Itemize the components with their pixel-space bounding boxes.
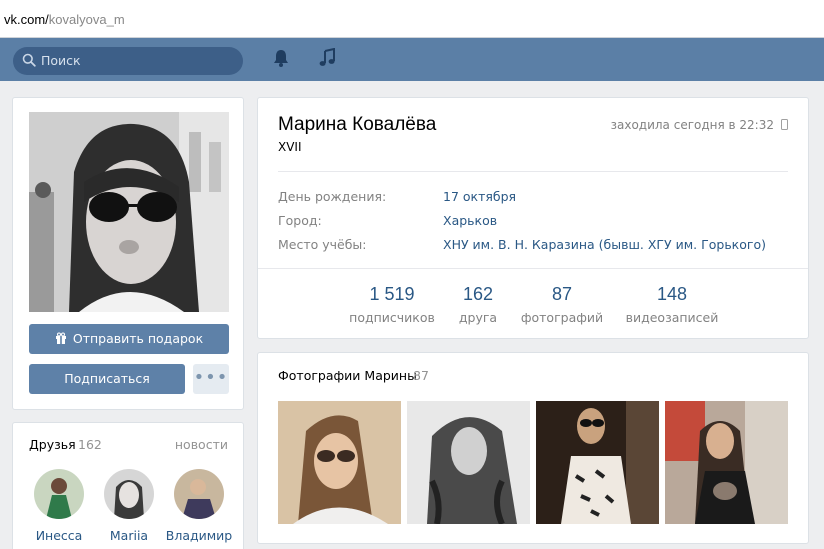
address-bar[interactable]: vk.com/kovalyova_m	[0, 0, 824, 38]
search-input[interactable]: Поиск	[41, 53, 81, 68]
counter-label: подписчиков	[349, 310, 435, 325]
friend-item[interactable]: Инесса	[24, 469, 94, 543]
counter-label: друга	[458, 310, 498, 325]
counter-friends[interactable]: 162 друга	[444, 284, 512, 325]
counter-label: видеозаписей	[625, 310, 719, 325]
url-path: kovalyova_m	[48, 12, 125, 27]
page-title: Марина Ковалёва	[278, 114, 437, 135]
music-icon[interactable]	[318, 48, 336, 68]
send-gift-button[interactable]: Отправить подарок	[29, 324, 229, 354]
friend-name: Инесса	[35, 528, 83, 543]
mobile-icon	[781, 119, 788, 130]
gift-icon	[55, 332, 66, 344]
search-box[interactable]: Поиск	[13, 47, 243, 75]
send-gift-label: Отправить подарок	[72, 331, 204, 346]
photos-count: 87	[413, 368, 429, 383]
top-header: Поиск	[0, 38, 824, 81]
friend-item[interactable]: Mariia	[94, 469, 164, 543]
counter-number: 162	[462, 284, 494, 304]
photos-card: Фотографии Марины 87	[257, 352, 809, 544]
friends-title[interactable]: Друзья	[29, 437, 76, 452]
url-text[interactable]: vk.com/kovalyova_m	[4, 12, 125, 27]
photos-title[interactable]: Фотографии Марины	[278, 368, 417, 383]
counter-photos[interactable]: 87 фотографий	[516, 284, 608, 325]
counter-number: 1 519	[369, 284, 415, 304]
counter-number: 87	[551, 284, 573, 304]
info-row-education: Место учёбы: ХНУ им. В. Н. Каразина (бывш…	[278, 237, 766, 252]
info-row-birthday: День рождения: 17 октября	[278, 189, 516, 204]
photo-thumbnail[interactable]	[407, 401, 530, 524]
divider	[278, 171, 788, 172]
counter-label: фотографий	[520, 310, 604, 325]
url-host: vk.com/	[4, 12, 49, 27]
avatar	[174, 469, 224, 519]
info-value[interactable]: ХНУ им. В. Н. Каразина (бывш. ХГУ им. Го…	[443, 237, 766, 252]
last-seen-text: заходила сегодня в 22:32	[610, 118, 774, 132]
info-label: Город:	[278, 213, 322, 228]
search-icon	[22, 53, 36, 67]
subscribe-button[interactable]: Подписаться	[29, 364, 185, 394]
friend-name: Mariia	[109, 528, 149, 543]
profile-photo[interactable]	[29, 112, 229, 312]
photo-thumbnail[interactable]	[278, 401, 401, 524]
profile-info-card: Марина Ковалёва XVII заходила сегодня в …	[257, 97, 809, 339]
info-row-city: Город: Харьков	[278, 213, 497, 228]
avatar	[104, 469, 154, 519]
info-label: Место учёбы:	[278, 237, 367, 252]
avatar	[34, 469, 84, 519]
bell-icon[interactable]	[272, 48, 290, 68]
divider	[258, 268, 808, 269]
friend-name: Владимир	[165, 528, 233, 543]
friend-item[interactable]: Владимир	[164, 469, 234, 543]
counter-videos[interactable]: 148 видеозаписей	[622, 284, 722, 325]
counter-number: 148	[656, 284, 688, 304]
counter-followers[interactable]: 1 519 подписчиков	[342, 284, 442, 325]
friends-count: 162	[78, 437, 102, 452]
friends-news-link[interactable]: новости	[175, 437, 228, 452]
last-seen: заходила сегодня в 22:32	[611, 118, 788, 132]
photo-thumbnail[interactable]	[665, 401, 788, 524]
profile-photo-image	[29, 112, 229, 312]
more-actions-button[interactable]: •••	[193, 364, 229, 394]
info-value[interactable]: 17 октября	[443, 189, 516, 204]
info-label: День рождения:	[278, 189, 387, 204]
info-value[interactable]: Харьков	[443, 213, 497, 228]
profile-photo-card: Отправить подарок Подписаться •••	[12, 97, 244, 410]
friends-card: Друзья 162 новости Инесса Mariia Владими…	[12, 422, 244, 549]
profile-status: XVII	[278, 140, 302, 154]
photo-thumbnail[interactable]	[536, 401, 659, 524]
